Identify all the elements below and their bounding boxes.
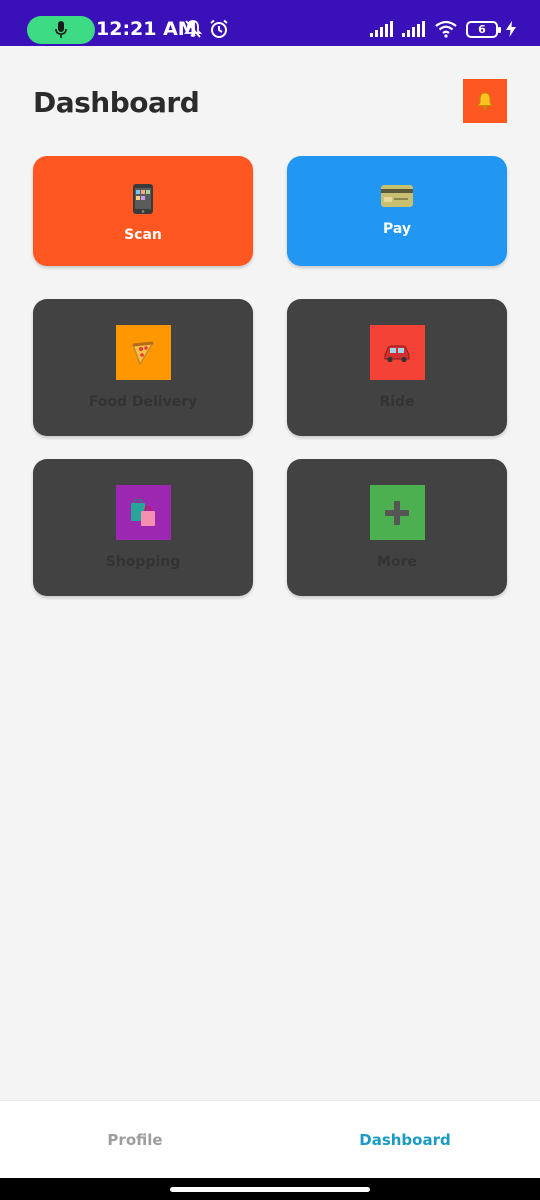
shopping-label: Shopping [105, 554, 181, 570]
status-bar: 12:21 AM 6 [0, 0, 540, 46]
shopping-icon-box [115, 485, 171, 540]
notification-button[interactable] [463, 79, 507, 123]
car-icon [384, 345, 410, 362]
mic-icon [55, 21, 67, 38]
status-left-icons [183, 19, 229, 39]
nav-item-dashboard[interactable]: Dashboard [270, 1101, 540, 1178]
bell-icon [476, 91, 494, 110]
more-icon-box [369, 485, 425, 540]
gesture-bar-area [0, 1178, 540, 1200]
food-delivery-card[interactable]: Food Delivery [33, 299, 253, 436]
food-delivery-icon-box [115, 325, 171, 380]
pay-label: Pay [382, 221, 412, 237]
ride-label: Ride [379, 394, 415, 410]
more-label: More [377, 554, 417, 570]
bell-off-icon [183, 20, 203, 38]
ride-icon-box [369, 325, 425, 380]
phone-icon [132, 184, 154, 219]
page-title: Dashboard [33, 86, 200, 119]
status-right-icons: 6 [370, 20, 516, 38]
nav-item-profile[interactable]: Profile [0, 1101, 270, 1178]
status-time: 12:21 AM [96, 18, 197, 40]
mic-indicator[interactable] [27, 16, 95, 44]
pay-card[interactable]: Pay [287, 156, 507, 266]
battery-icon: 6 [466, 20, 501, 38]
credit-card-icon [381, 184, 413, 213]
scan-label: Scan [124, 227, 162, 243]
food-delivery-label: Food Delivery [88, 394, 198, 410]
ride-card[interactable]: Ride [287, 299, 507, 436]
pizza-icon [132, 341, 155, 366]
charging-icon [506, 21, 516, 37]
signal-icon [402, 21, 425, 37]
wifi-icon [435, 20, 457, 38]
battery-level: 6 [478, 22, 486, 36]
shopping-bags-icon [131, 498, 155, 526]
shopping-card[interactable]: Shopping [33, 459, 253, 596]
home-gesture-handle[interactable] [170, 1187, 370, 1192]
scan-card[interactable]: Scan [33, 156, 253, 266]
alarm-icon [210, 19, 228, 38]
bottom-nav: Profile Dashboard [0, 1100, 540, 1178]
signal-icon [370, 21, 393, 37]
plus-icon [385, 500, 409, 525]
more-card[interactable]: More [287, 459, 507, 596]
